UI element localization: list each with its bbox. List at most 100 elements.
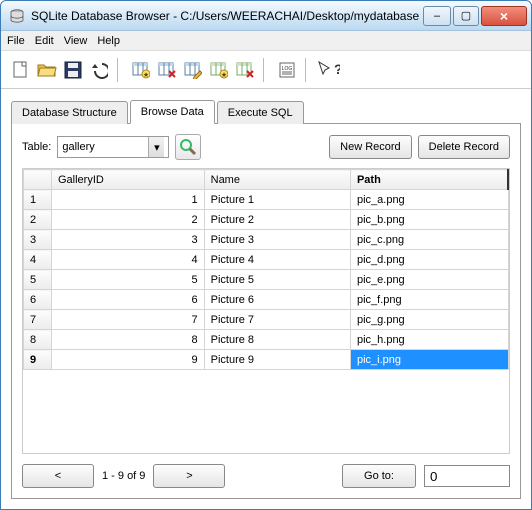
search-button[interactable] [175,134,201,160]
row-number[interactable]: 1 [24,190,52,210]
cell-name[interactable]: Picture 2 [204,210,350,230]
create-index-icon[interactable]: ★ [207,57,231,83]
log-icon[interactable]: LOG [275,57,299,83]
browse-controls: Table: gallery ▾ New Record Delete Recor… [22,134,510,160]
app-window: SQLite Database Browser - C:/Users/WEERA… [0,0,532,510]
cell-name[interactable]: Picture 8 [204,330,350,350]
cell-path[interactable]: pic_h.png [350,330,508,350]
row-number[interactable]: 7 [24,310,52,330]
cell-id[interactable]: 4 [52,250,205,270]
table-select[interactable]: gallery ▾ [57,136,169,158]
toolbar-separator [305,58,311,82]
menu-edit[interactable]: Edit [35,35,54,47]
row-number[interactable]: 8 [24,330,52,350]
header-row: GalleryID Name Path [24,170,509,190]
cell-id[interactable]: 5 [52,270,205,290]
table-row[interactable]: 11Picture 1pic_a.png [24,190,509,210]
table-row[interactable]: 77Picture 7pic_g.png [24,310,509,330]
goto-input[interactable] [424,465,510,487]
row-number[interactable]: 6 [24,290,52,310]
toolbar-separator [263,58,269,82]
cell-id[interactable]: 8 [52,330,205,350]
cell-name[interactable]: Picture 4 [204,250,350,270]
data-grid[interactable]: GalleryID Name Path 11Picture 1pic_a.png… [22,168,510,454]
table-row[interactable]: 66Picture 6pic_f.png [24,290,509,310]
browse-panel: Table: gallery ▾ New Record Delete Recor… [11,124,521,499]
row-number[interactable]: 4 [24,250,52,270]
cell-name[interactable]: Picture 7 [204,310,350,330]
whatsthis-icon[interactable]: ? [317,57,341,83]
new-file-icon[interactable] [9,57,33,83]
menu-view[interactable]: View [64,35,88,47]
table-row[interactable]: 99Picture 9pic_i.png [24,350,509,370]
new-record-button[interactable]: New Record [329,135,412,159]
search-icon [179,138,197,156]
cell-name[interactable]: Picture 9 [204,350,350,370]
menu-help[interactable]: Help [97,35,120,47]
col-header-name[interactable]: Name [204,170,350,190]
cell-id[interactable]: 9 [52,350,205,370]
rownum-header[interactable] [24,170,52,190]
row-number[interactable]: 3 [24,230,52,250]
cell-id[interactable]: 7 [52,310,205,330]
maximize-button[interactable]: ▢ [453,6,479,26]
open-folder-icon[interactable] [35,57,59,83]
close-button[interactable]: × [481,6,527,26]
cell-path[interactable]: pic_c.png [350,230,508,250]
titlebar: SQLite Database Browser - C:/Users/WEERA… [1,1,531,31]
delete-index-icon[interactable] [233,57,257,83]
col-header-id[interactable]: GalleryID [52,170,205,190]
cell-id[interactable]: 2 [52,210,205,230]
cell-path[interactable]: pic_d.png [350,250,508,270]
cell-path[interactable]: pic_b.png [350,210,508,230]
undo-icon[interactable] [87,57,111,83]
svg-text:LOG: LOG [282,66,293,72]
chevron-down-icon: ▾ [148,137,164,157]
table-row[interactable]: 55Picture 5pic_e.png [24,270,509,290]
tab-browse-data[interactable]: Browse Data [130,100,215,124]
cell-name[interactable]: Picture 1 [204,190,350,210]
delete-record-button[interactable]: Delete Record [418,135,510,159]
cell-name[interactable]: Picture 6 [204,290,350,310]
cell-path[interactable]: pic_g.png [350,310,508,330]
cell-path[interactable]: pic_i.png [350,350,508,370]
cell-path[interactable]: pic_f.png [350,290,508,310]
table-label: Table: [22,141,51,153]
window-title: SQLite Database Browser - C:/Users/WEERA… [31,9,421,23]
tab-structure[interactable]: Database Structure [11,101,128,124]
cell-name[interactable]: Picture 3 [204,230,350,250]
col-header-path[interactable]: Path [350,170,508,190]
toolbar-separator [117,58,123,82]
cell-path[interactable]: pic_e.png [350,270,508,290]
save-disk-icon[interactable] [61,57,85,83]
menu-file[interactable]: File [7,35,25,47]
cell-path[interactable]: pic_a.png [350,190,508,210]
svg-text:★: ★ [221,71,227,79]
svg-text:?: ? [334,61,340,77]
content-area: Database Structure Browse Data Execute S… [1,89,531,509]
prev-page-button[interactable]: < [22,464,94,488]
next-page-button[interactable]: > [153,464,225,488]
table-select-value: gallery [62,141,94,153]
tab-bar: Database Structure Browse Data Execute S… [11,99,521,124]
menubar: File Edit View Help [1,31,531,51]
modify-table-icon[interactable] [181,57,205,83]
row-number[interactable]: 5 [24,270,52,290]
row-number[interactable]: 9 [24,350,52,370]
table-row[interactable]: 88Picture 8pic_h.png [24,330,509,350]
toolbar: ★ ★ LOG ? [1,51,531,89]
table-row[interactable]: 33Picture 3pic_c.png [24,230,509,250]
create-table-icon[interactable]: ★ [129,57,153,83]
cell-id[interactable]: 6 [52,290,205,310]
goto-button[interactable]: Go to: [342,464,416,488]
cell-id[interactable]: 3 [52,230,205,250]
row-number[interactable]: 2 [24,210,52,230]
table-row[interactable]: 22Picture 2pic_b.png [24,210,509,230]
cell-name[interactable]: Picture 5 [204,270,350,290]
delete-table-icon[interactable] [155,57,179,83]
record-range: 1 - 9 of 9 [102,470,145,482]
tab-execute-sql[interactable]: Execute SQL [217,101,304,124]
table-row[interactable]: 44Picture 4pic_d.png [24,250,509,270]
cell-id[interactable]: 1 [52,190,205,210]
minimize-button[interactable]: – [423,6,451,26]
